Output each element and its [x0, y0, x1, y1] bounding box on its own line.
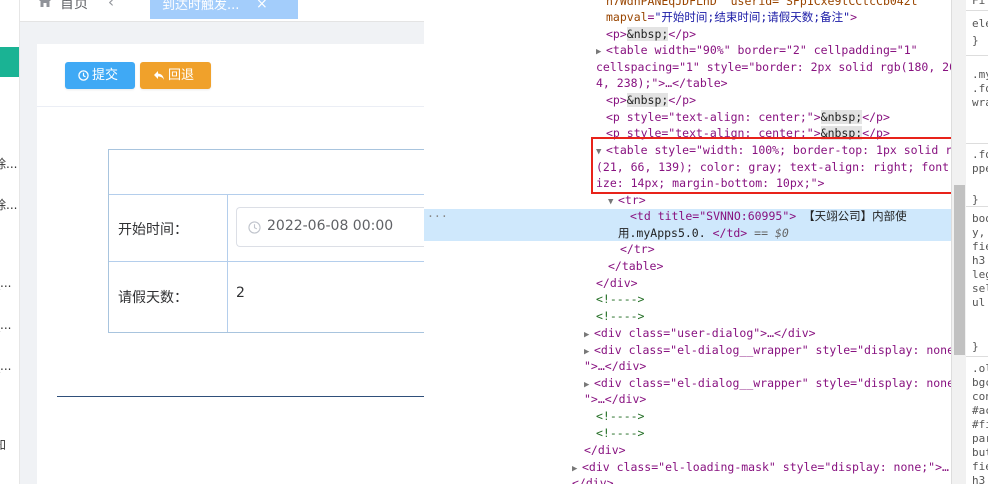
dom-node-line[interactable]: <!---->	[596, 408, 644, 425]
sidebar-item[interactable]: _...	[0, 359, 11, 373]
start-time-label: 开始时间：	[118, 222, 188, 238]
style-text: par	[972, 432, 988, 445]
dom-node-line[interactable]: <p>&nbsp;</p>	[606, 26, 696, 43]
styles-divider	[966, 143, 988, 144]
sidebar-active-indicator	[0, 47, 19, 77]
style-text: wra	[972, 96, 988, 109]
sidebar-item[interactable]: 除...	[0, 196, 17, 213]
footer-divider	[57, 396, 424, 397]
scrollbar-thumb[interactable]	[954, 185, 965, 355]
sidebar-item[interactable]: _...	[0, 276, 11, 290]
dom-node-line[interactable]: cellspacing="1" style="border: 2px solid…	[596, 59, 951, 76]
dom-node-line[interactable]: </div>	[572, 475, 614, 484]
dom-node-line[interactable]: <p style="text-align: center;">&nbsp;</p…	[606, 109, 890, 126]
style-text: leg	[972, 268, 988, 281]
clock-check-icon	[78, 70, 89, 81]
style-text: Fi	[972, 0, 986, 7]
dom-node-line-selected-td[interactable]: <td title="SVNNO:60995"> 【天翊公司】内部使	[630, 208, 907, 225]
devtools-elements-panel: ··· n7WdnPANEqJDFLhD" userid="SFp1Cxe9tC…	[424, 0, 951, 484]
submit-label: 提交	[92, 68, 119, 83]
styles-divider	[966, 55, 988, 56]
dom-node-line[interactable]: ▶ <div class="el-loading-mask" style="dis…	[572, 459, 949, 478]
style-text: }	[972, 193, 979, 206]
style-text: fie	[972, 460, 988, 473]
sidebar: 除... 除... _... _... _... 知	[0, 0, 20, 484]
dom-node-line[interactable]: ">…</div>	[584, 391, 646, 408]
sidebar-item[interactable]: _...	[0, 318, 11, 332]
style-text: ele	[972, 17, 988, 30]
form-table: 开始时间： 2022-06-08 00:00 请假天数： 2	[108, 149, 436, 333]
tab-label: 到达时触发...	[162, 0, 240, 13]
toolbar-divider	[37, 106, 424, 107]
style-text: h3	[972, 474, 986, 484]
sidebar-item[interactable]: 知	[0, 436, 6, 453]
styles-divider	[966, 10, 988, 11]
dom-node-line[interactable]: </div>	[596, 275, 638, 292]
tags-bar: 首页 ‹ 到达时触发... ×	[20, 0, 424, 22]
leave-days-label: 请假天数：	[118, 290, 188, 306]
form-table-header-row	[109, 150, 425, 195]
devtools-scrollbar[interactable]	[951, 0, 966, 484]
start-time-value: 2022-06-08 00:00	[267, 218, 394, 234]
dom-node-line[interactable]: mapval="开始时间;结束时间;请假天数;备注">	[606, 9, 857, 26]
table-row: 请假天数： 2	[109, 262, 425, 332]
home-tab[interactable]: 首页	[60, 0, 88, 13]
dom-node-line[interactable]: ▶ <div class="user-dialog">…</div>	[584, 325, 816, 344]
styles-divider	[966, 206, 988, 207]
style-text: }	[972, 340, 979, 353]
collapse-triangle-icon: ▼	[608, 197, 614, 207]
dom-node-line[interactable]: </div>	[584, 442, 626, 459]
dom-node-line[interactable]: 用.myApps5.0. </td> == $0	[618, 225, 789, 242]
style-text: y,	[972, 226, 986, 239]
table-row: 开始时间： 2022-06-08 00:00	[109, 195, 436, 262]
start-time-input[interactable]: 2022-06-08 00:00	[236, 207, 436, 247]
home-icon[interactable]	[38, 0, 52, 8]
style-text: but	[972, 446, 988, 459]
submit-button[interactable]: 提交	[65, 62, 135, 89]
style-text: .fo	[972, 148, 988, 161]
dom-node-line[interactable]: ▶ <table width="90%" border="2" cellpaddi…	[596, 42, 918, 61]
style-text: ul	[972, 296, 986, 309]
style-text: boo	[972, 212, 988, 225]
dom-node-line[interactable]: </tr>	[620, 241, 655, 258]
dom-node-line[interactable]: </table>	[608, 258, 663, 275]
style-text: h3	[972, 254, 986, 267]
style-text: }	[972, 34, 979, 47]
rollback-button[interactable]: 回退	[140, 62, 211, 89]
rollback-label: 回退	[168, 68, 195, 83]
style-text: .fo	[972, 82, 988, 95]
style-text: bgc	[972, 376, 988, 389]
form-panel: 提交 回退 开始时间： 2022-06-08 00:00 请假天数： 2	[37, 44, 436, 484]
tab-active-process[interactable]: 到达时触发... ×	[150, 0, 298, 19]
dom-node-line[interactable]: <!---->	[596, 308, 644, 325]
style-text: con	[972, 390, 988, 403]
clock-icon	[248, 221, 261, 234]
styles-divider	[966, 356, 988, 357]
dom-node-line[interactable]: <p>&nbsp;</p>	[606, 92, 696, 109]
leave-days-value: 2	[236, 285, 245, 301]
style-text: .my	[972, 68, 988, 81]
style-text: #ac	[972, 404, 988, 417]
dom-node-line[interactable]: 4, 238);">…</table>	[596, 75, 728, 92]
reply-icon	[154, 71, 164, 80]
chevron-left-icon[interactable]: ‹	[108, 0, 114, 11]
annotation-highlight-box	[591, 137, 951, 194]
dom-node-line[interactable]: <!---->	[596, 425, 644, 442]
dom-node-line[interactable]: ">…</div>	[584, 358, 646, 375]
sidebar-item[interactable]: 除...	[0, 155, 17, 172]
style-text: #fi	[972, 418, 988, 431]
more-options-icon[interactable]: ···	[427, 208, 448, 225]
close-icon[interactable]: ×	[256, 0, 268, 14]
style-text: sel	[972, 282, 988, 295]
style-text: ppe	[972, 162, 988, 175]
style-text: fie	[972, 240, 988, 253]
dom-node-line[interactable]: <!---->	[596, 291, 644, 308]
style-text: .ol	[972, 362, 988, 375]
screen: 除... 除... _... _... _... 知 首页 ‹ 到达时触发...…	[0, 0, 988, 484]
styles-pane: Fi ele } .my .fo wra .fo ppe } boo y, fi…	[966, 0, 988, 484]
